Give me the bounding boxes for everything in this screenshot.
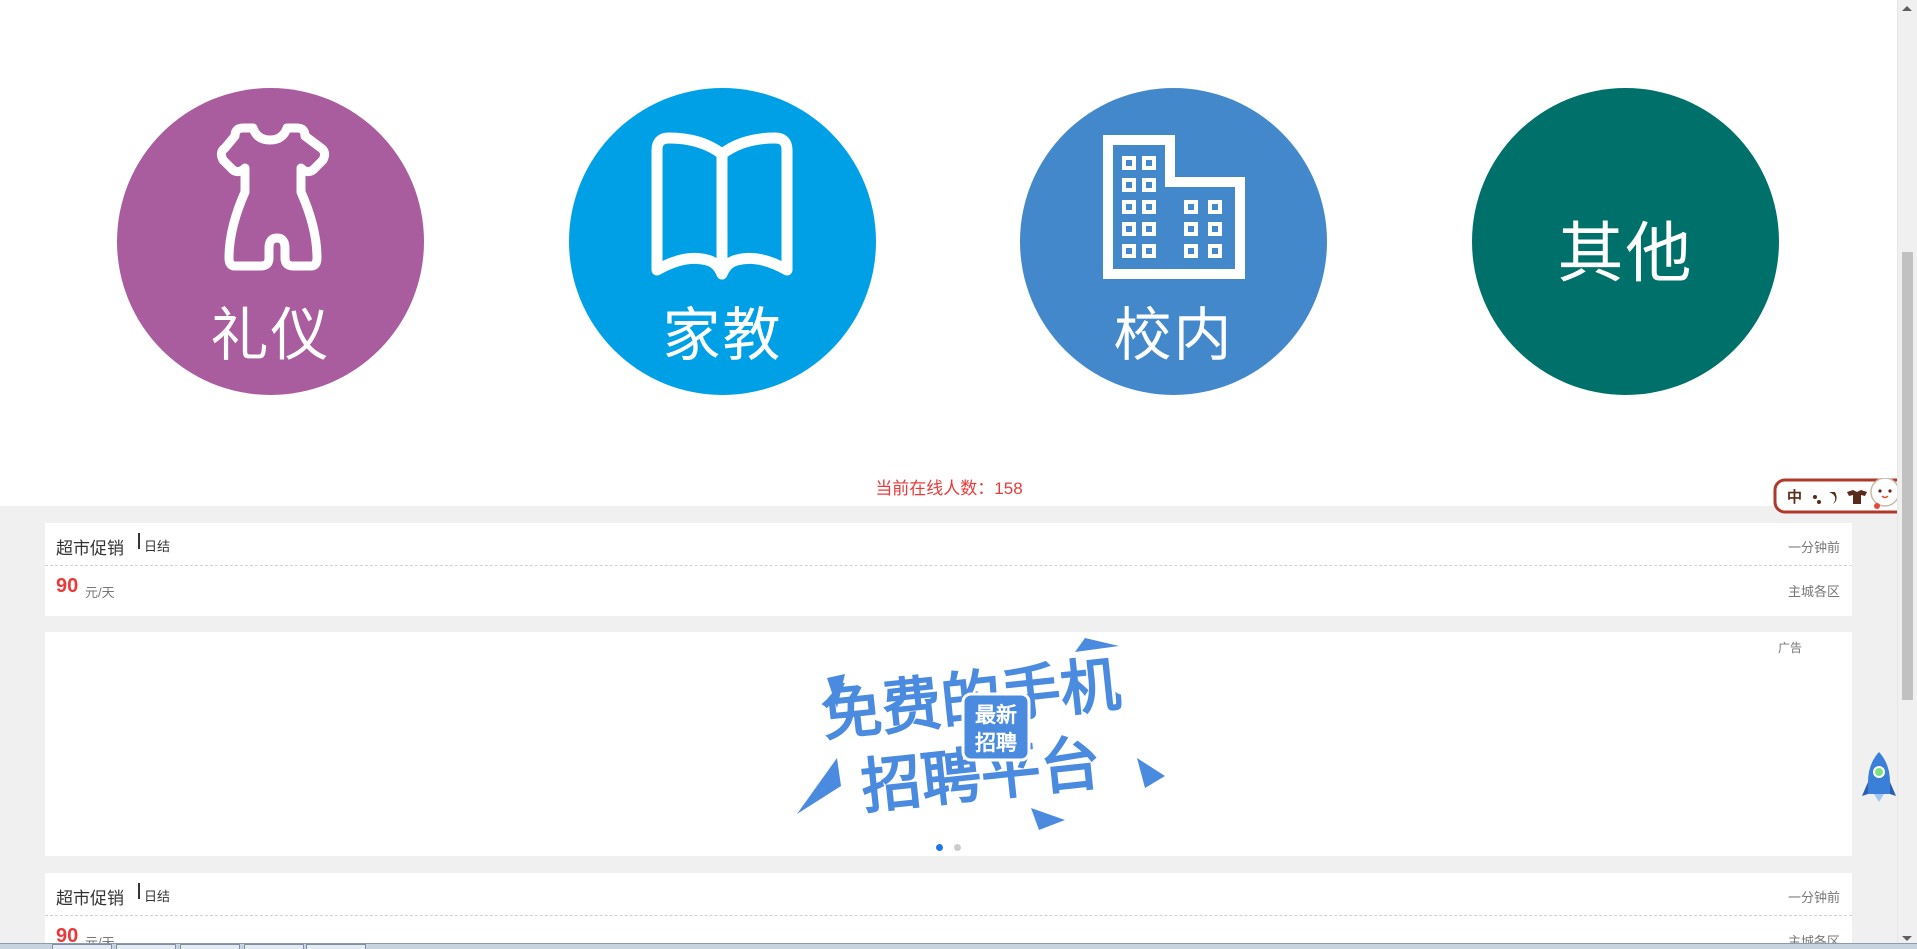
job-post-time: 一分钟前 <box>1787 540 1840 555</box>
job-card[interactable]: 超市促销 日结 一分钟前 90 元/天 主城各区 <box>45 523 1852 616</box>
back-to-top-rocket-icon[interactable] <box>1862 750 1896 804</box>
job-title: 超市促销 <box>56 889 124 908</box>
divider <box>138 533 140 549</box>
carousel-dot[interactable] <box>954 844 961 851</box>
scroll-up-arrow-icon[interactable] <box>1902 6 1912 11</box>
category-etiquette[interactable]: 礼仪 <box>117 88 424 395</box>
job-pay-type: 日结 <box>144 539 171 554</box>
job-card[interactable]: 超市促销 日结 一分钟前 90 元/天 主城各区 <box>45 873 1852 949</box>
taskbar-button[interactable] <box>306 944 366 949</box>
rocket-art <box>1862 752 1896 802</box>
category-label: 校内 <box>1113 301 1234 369</box>
ime-mode: 中 <box>1787 488 1802 506</box>
punctuation-icon <box>1813 495 1817 499</box>
job-salary: 90 <box>56 575 79 597</box>
ad-shard <box>1031 808 1065 830</box>
taskbar-button[interactable] <box>180 944 240 949</box>
category-label: 礼仪 <box>210 301 331 369</box>
ad-shard <box>1137 758 1165 788</box>
ime-toolbar-art: 中 <box>1773 477 1909 514</box>
taskbar-button[interactable] <box>244 944 304 949</box>
ad-badge-line2: 招聘 <box>975 731 1017 755</box>
job-pay-type: 日结 <box>144 889 171 904</box>
online-count: 当前在线人数：158 <box>875 479 1023 498</box>
ad-banner-art: 免费的手机 招聘平台 最新 招聘 <box>797 638 1165 830</box>
job-title: 超市促销 <box>56 539 124 558</box>
carousel-dot-active[interactable] <box>936 844 943 851</box>
ad-shard <box>797 758 841 814</box>
category-on-campus[interactable]: 校内 <box>1020 88 1327 395</box>
page: 礼仪 家教 校内 其他 当前在线人数：158 超市促销 日结 一分钟前 90 元… <box>0 0 1917 949</box>
ad-banner[interactable]: 免费的手机 招聘平台 最新 招聘 <box>745 638 1205 838</box>
category-label: 其他 <box>1557 215 1694 292</box>
job-post-time: 一分钟前 <box>1787 890 1840 905</box>
ad-label: 广告 <box>1777 641 1802 655</box>
punctuation-icon <box>1817 500 1821 504</box>
scrollbar-thumb[interactable] <box>1902 252 1913 700</box>
job-card-header: 超市促销 日结 一分钟前 <box>45 873 1852 916</box>
ad-badge-line1: 最新 <box>975 703 1017 727</box>
divider <box>138 883 140 899</box>
ad-carousel: 广告 免费的手机 招聘平台 最新 招聘 <box>45 632 1852 856</box>
job-location: 主城各区 <box>1787 584 1840 599</box>
job-card-header: 超市促销 日结 一分钟前 <box>45 523 1852 566</box>
category-other[interactable]: 其他 <box>1472 88 1779 395</box>
category-tutoring[interactable]: 家教 <box>569 88 876 395</box>
taskbar-button[interactable] <box>52 944 112 949</box>
job-salary-unit: 元/天 <box>85 585 115 600</box>
taskbar-button[interactable] <box>116 944 176 949</box>
ime-toolbar[interactable]: 中 <box>1773 477 1913 514</box>
mascot-icon <box>1870 477 1900 507</box>
scroll-down-arrow-icon[interactable] <box>1902 936 1912 941</box>
vertical-scrollbar[interactable] <box>1897 0 1917 949</box>
category-label: 家教 <box>662 301 783 369</box>
